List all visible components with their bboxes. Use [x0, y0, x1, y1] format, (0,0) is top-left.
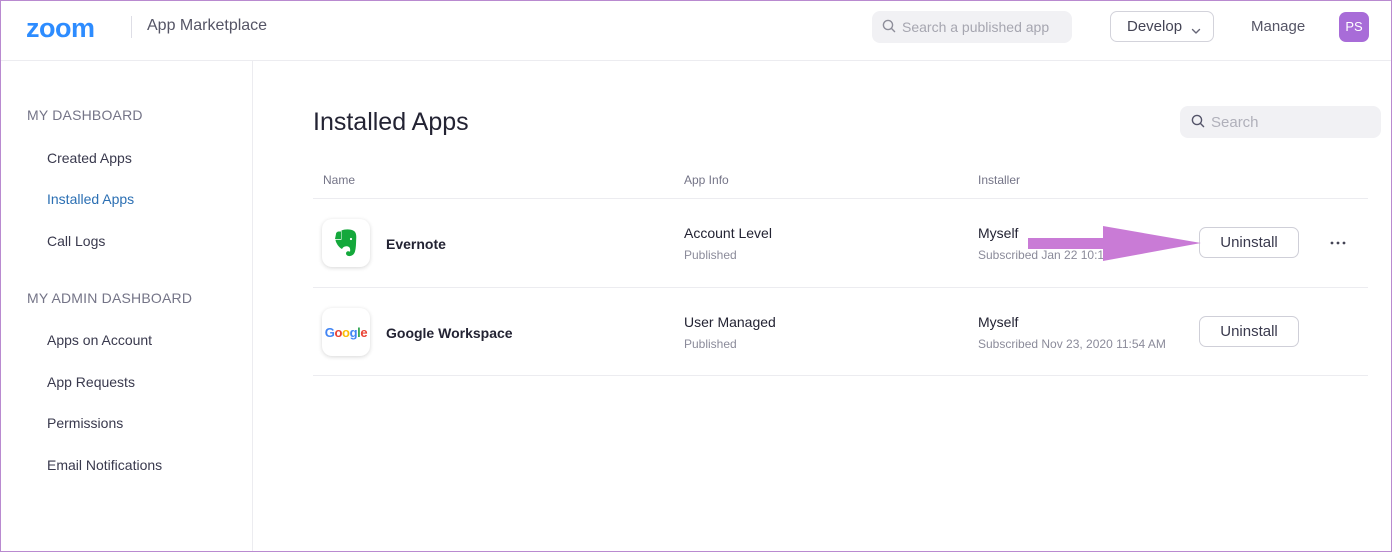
marketplace-search[interactable]: [872, 11, 1072, 43]
sidebar-heading-my-dashboard: MY DASHBOARD: [27, 107, 143, 123]
column-header-name: Name: [323, 173, 356, 187]
sidebar-item-app-requests[interactable]: App Requests: [47, 374, 135, 390]
column-header-app-info: App Info: [684, 173, 729, 187]
sidebar-item-email-notifications[interactable]: Email Notifications: [47, 457, 162, 473]
app-name[interactable]: Evernote: [386, 236, 446, 252]
sidebar-item-apps-on-account[interactable]: Apps on Account: [47, 332, 152, 348]
chevron-down-icon: [1191, 22, 1201, 39]
sidebar-heading-my-admin-dashboard: MY ADMIN DASHBOARD: [27, 290, 193, 306]
uninstall-button[interactable]: Uninstall: [1199, 227, 1299, 258]
zoom-logo[interactable]: zoom: [26, 13, 95, 44]
search-icon: [882, 19, 896, 38]
app-info-level: User Managed: [684, 314, 776, 330]
sidebar-item-created-apps[interactable]: Created Apps: [47, 150, 132, 166]
app-status: Published: [684, 248, 737, 262]
app-status: Published: [684, 337, 737, 351]
sidebar-item-installed-apps[interactable]: Installed Apps: [47, 191, 134, 207]
installer-name: Myself: [978, 314, 1019, 330]
app-info-level: Account Level: [684, 225, 772, 241]
avatar[interactable]: PS: [1339, 12, 1369, 42]
develop-dropdown[interactable]: Develop: [1110, 11, 1214, 42]
more-options-icon[interactable]: [1329, 236, 1347, 250]
uninstall-button[interactable]: Uninstall: [1199, 316, 1299, 347]
installed-apps-search-input[interactable]: [1211, 106, 1371, 138]
search-icon: [1191, 114, 1205, 133]
manage-link[interactable]: Manage: [1251, 18, 1305, 35]
page-title: Installed Apps: [313, 108, 469, 136]
evernote-elephant-icon[interactable]: [322, 219, 370, 267]
row-divider: [313, 287, 1368, 288]
sidebar-item-call-logs[interactable]: Call Logs: [47, 233, 105, 249]
app-marketplace-title[interactable]: App Marketplace: [147, 17, 267, 35]
table-header-divider: [313, 198, 1368, 199]
row-divider: [313, 375, 1368, 376]
top-nav: zoom App Marketplace Develop Manage PS: [0, 0, 1392, 61]
column-header-installer: Installer: [978, 173, 1021, 187]
logo-divider: [131, 16, 132, 38]
google-logo-icon[interactable]: Google: [322, 308, 370, 356]
installer-name: Myself: [978, 225, 1019, 241]
svg-text:Google: Google: [325, 325, 368, 340]
marketplace-search-input[interactable]: [902, 11, 1067, 43]
annotation-arrow-icon: [1025, 224, 1205, 269]
subscribed-date: Subscribed Nov 23, 2020 11:54 AM: [978, 337, 1166, 351]
sidebar-item-permissions[interactable]: Permissions: [47, 415, 123, 431]
sidebar: MY DASHBOARD Created Apps Installed Apps…: [0, 61, 253, 552]
app-name[interactable]: Google Workspace: [386, 325, 513, 341]
installed-apps-search[interactable]: [1180, 106, 1381, 138]
develop-label: Develop: [1127, 18, 1183, 35]
